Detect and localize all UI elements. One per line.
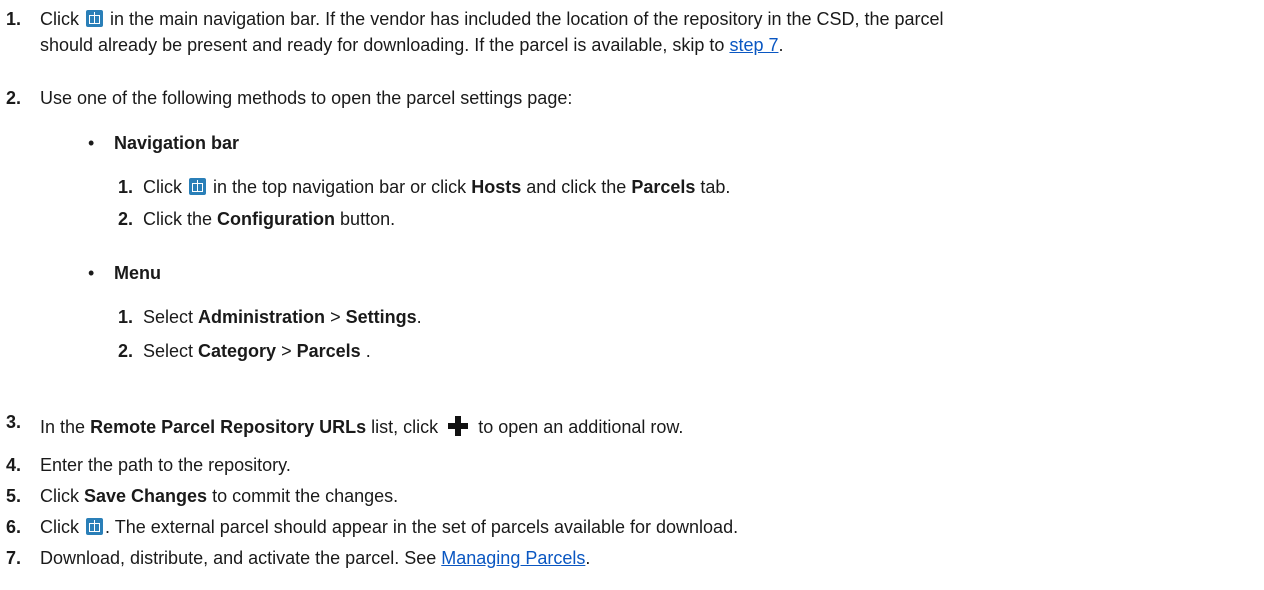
- bullet-dot: •: [88, 133, 95, 153]
- step-7-link[interactable]: step 7: [729, 35, 778, 55]
- substep-text: and click the: [526, 177, 627, 197]
- substep-number: 1.: [118, 307, 134, 327]
- parcels-label: Parcels: [296, 341, 361, 361]
- step-text: Enter the path to the repository.: [40, 455, 291, 475]
- menu-separator: >: [281, 341, 292, 361]
- step-text: . The external parcel should appear in t…: [105, 517, 739, 537]
- method-menu: • Menu: [88, 260, 161, 286]
- step-number: 3.: [6, 412, 22, 432]
- step-3: 3. In the Remote Parcel Repository URLs l…: [6, 412, 1256, 440]
- substep-text: .: [365, 341, 371, 361]
- substep-text: .: [416, 307, 422, 327]
- substep-text: Click the: [143, 209, 213, 229]
- substep-number: 1.: [118, 177, 134, 197]
- managing-parcels-link[interactable]: Managing Parcels: [441, 548, 585, 568]
- step-number: 5.: [6, 486, 22, 506]
- substep-menu-2: 2. Select Category > Parcels .: [118, 338, 371, 364]
- step-2: 2. Use one of the following methods to op…: [6, 85, 1256, 111]
- substep-menu-1: 1. Select Administration > Settings.: [118, 304, 422, 330]
- method-title: Menu: [114, 263, 161, 283]
- step-number: 2.: [6, 88, 22, 108]
- step-text: In the: [40, 417, 86, 437]
- step-text: .: [585, 548, 591, 568]
- step-text: in the main navigation bar. If the vendo…: [110, 9, 944, 29]
- substep-nav-1: 1. Click in the top navigation bar or cli…: [118, 174, 730, 200]
- remote-repo-urls-label: Remote Parcel Repository URLs: [90, 417, 367, 437]
- substep-text: in the top navigation bar or click: [213, 177, 467, 197]
- plus-icon: [447, 415, 469, 437]
- substep-number: 2.: [118, 341, 134, 361]
- substep-text: Click: [143, 177, 182, 197]
- step-text: should already be present and ready for …: [40, 35, 725, 55]
- step-text: .: [778, 35, 784, 55]
- substep-text: button.: [340, 209, 396, 229]
- instructions-document: 1. Click in the main navigation bar. If t…: [0, 0, 1264, 590]
- step-7: 7. Download, distribute, and activate the…: [6, 545, 1256, 571]
- step-number: 1.: [6, 9, 22, 29]
- step-text: to commit the changes.: [212, 486, 399, 506]
- configuration-label: Configuration: [217, 209, 336, 229]
- save-changes-label: Save Changes: [84, 486, 208, 506]
- step-5: 5. Click Save Changes to commit the chang…: [6, 483, 1256, 509]
- step-text: to open an additional row.: [478, 417, 684, 437]
- step-text: list, click: [371, 417, 439, 437]
- step-text: Use one of the following methods to open…: [40, 88, 573, 108]
- step-text: Click: [40, 486, 79, 506]
- step-text: Click: [40, 517, 79, 537]
- parcel-icon: [189, 178, 207, 195]
- category-label: Category: [198, 341, 277, 361]
- parcel-icon: [86, 518, 104, 535]
- step-text: Download, distribute, and activate the p…: [40, 548, 437, 568]
- step-1: 1. Click in the main navigation bar. If t…: [6, 6, 1256, 58]
- step-number: 7.: [6, 548, 22, 568]
- menu-separator: >: [330, 307, 341, 327]
- method-navigation-bar: • Navigation bar: [88, 130, 239, 156]
- parcels-tab-label: Parcels: [631, 177, 696, 197]
- substep-nav-2: 2. Click the Configuration button.: [118, 206, 395, 232]
- substep-text: Select: [143, 341, 194, 361]
- substep-text: Select: [143, 307, 194, 327]
- step-6: 6. Click . The external parcel should app…: [6, 514, 1256, 540]
- method-title: Navigation bar: [114, 133, 240, 153]
- hosts-label: Hosts: [471, 177, 522, 197]
- settings-label: Settings: [345, 307, 417, 327]
- administration-label: Administration: [198, 307, 326, 327]
- substep-number: 2.: [118, 209, 134, 229]
- substep-text: tab.: [700, 177, 731, 197]
- parcel-icon: [86, 10, 104, 27]
- step-number: 6.: [6, 517, 22, 537]
- step-text: Click: [40, 9, 79, 29]
- step-number: 4.: [6, 455, 22, 475]
- bullet-dot: •: [88, 263, 95, 283]
- step-4: 4. Enter the path to the repository.: [6, 452, 1256, 478]
